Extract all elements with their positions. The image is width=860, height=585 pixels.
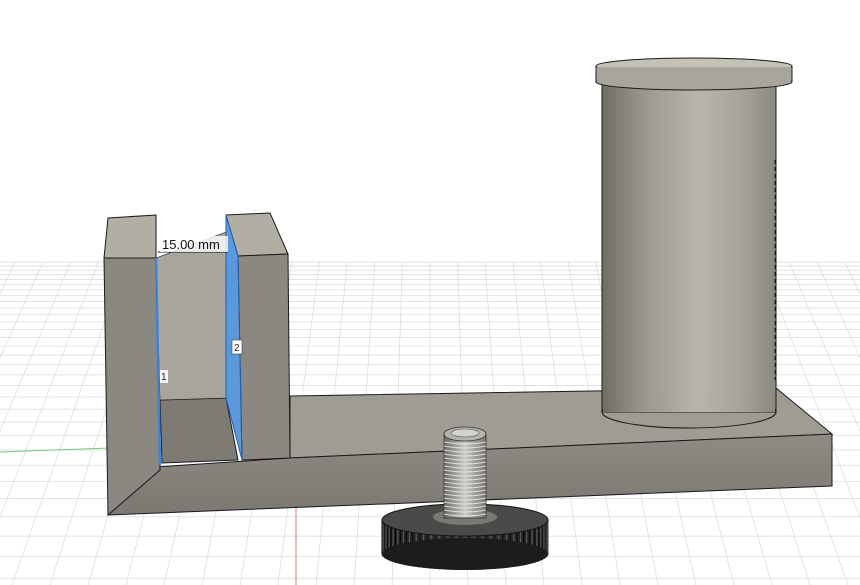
cylinder-body[interactable]	[601, 79, 777, 413]
cylinder-cap-bottom-mask	[597, 67, 791, 82]
dimension-label: 15.00 mm	[162, 237, 220, 252]
grid-line	[0, 261, 44, 359]
channel-floor-face[interactable]	[159, 397, 239, 464]
left-arm-front-face[interactable]	[103, 257, 161, 517]
right-arm-front-face[interactable]	[237, 253, 291, 461]
grid-line	[816, 261, 860, 359]
cylinder-bottom-mask	[603, 395, 775, 412]
grid-line	[844, 261, 860, 295]
face-2-number: 2	[234, 343, 240, 354]
model-scene[interactable]: 15.00 mm 2 1	[0, 0, 860, 585]
grid-line	[0, 261, 16, 295]
left-arm-top-face[interactable]	[103, 214, 157, 259]
3d-viewport[interactable]: 15.00 mm 2 1	[0, 0, 860, 585]
face-1-number: 1	[161, 372, 167, 383]
grid-line	[0, 261, 71, 433]
bolt-tip-inner	[450, 428, 480, 438]
grid-line	[0, 261, 99, 519]
knob-bottom-edge	[382, 538, 548, 570]
